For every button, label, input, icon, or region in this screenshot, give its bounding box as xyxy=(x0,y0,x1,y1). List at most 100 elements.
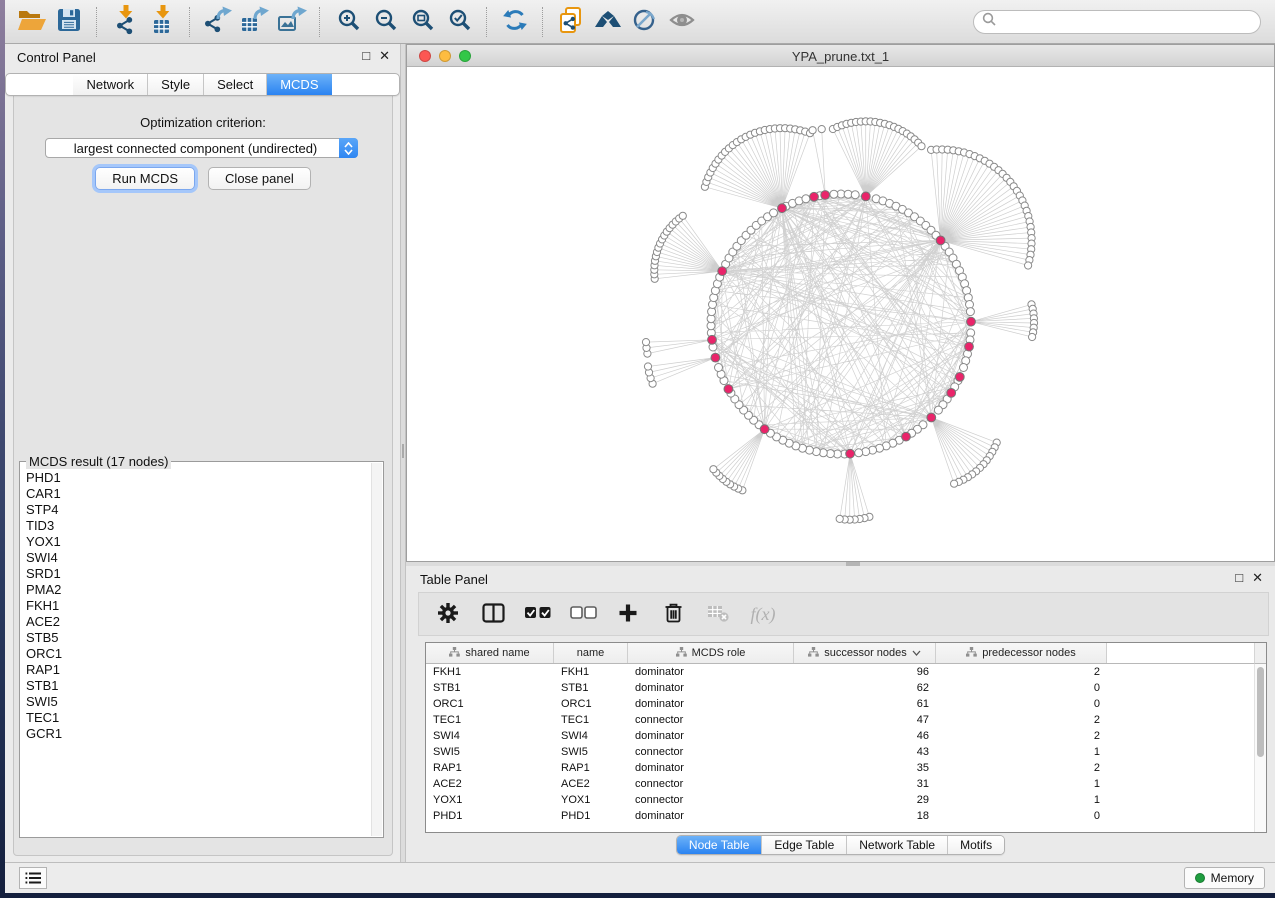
toolbar-open-session-button[interactable] xyxy=(13,4,50,40)
table-settings-button[interactable] xyxy=(433,598,463,630)
delete-table-icon xyxy=(707,603,729,625)
table-row[interactable]: SWI5SWI5connector431 xyxy=(426,744,1266,760)
table-row[interactable]: FKH1FKH1dominator962 xyxy=(426,664,1266,680)
mcds-result-item: RAP1 xyxy=(26,662,370,678)
select-all-icon xyxy=(525,603,552,625)
search-input[interactable] xyxy=(997,14,1252,29)
delete-table-button xyxy=(703,598,733,630)
table-cell: TEC1 xyxy=(554,714,628,726)
criterion-select[interactable]: largest connected component (undirected) xyxy=(45,138,358,158)
table-cell: ORC1 xyxy=(426,698,554,710)
table-cell: SWI4 xyxy=(426,730,554,742)
table-row[interactable]: SWI4SWI4dominator462 xyxy=(426,728,1266,744)
column-header-MCDS-role[interactable]: MCDS role xyxy=(628,643,794,663)
column-label: successor nodes xyxy=(824,647,907,659)
toolbar-refresh-styles-button[interactable] xyxy=(496,4,533,40)
table-cell: dominator xyxy=(628,730,794,742)
column-header-name[interactable]: name xyxy=(554,643,628,663)
app-window: Control Panel □ ✕ NetworkStyleSelectMCDS… xyxy=(5,0,1275,893)
table-row[interactable]: ORC1ORC1dominator610 xyxy=(426,696,1266,712)
toolbar-zoom-out-button[interactable] xyxy=(366,4,403,40)
delete-column-button[interactable] xyxy=(658,598,688,630)
table-cell: TEC1 xyxy=(426,714,554,726)
toolbar-clone-network-button[interactable] xyxy=(552,4,589,40)
table-scrollbar[interactable] xyxy=(1254,664,1266,832)
tab-select[interactable]: Select xyxy=(204,74,267,95)
table-cell: SWI5 xyxy=(554,746,628,758)
table-tab-edge-table[interactable]: Edge Table xyxy=(762,836,847,854)
mcds-result-item: STB1 xyxy=(26,678,370,694)
run-mcds-button[interactable]: Run MCDS xyxy=(95,167,195,190)
table-panel: Table Panel □ ✕ f(x) shared namenameMCDS… xyxy=(406,566,1275,862)
close-panel-button[interactable]: Close panel xyxy=(208,167,311,190)
toolbar-save-session-button[interactable] xyxy=(50,4,87,40)
select-all-button[interactable] xyxy=(523,598,553,630)
table-cell: 2 xyxy=(936,666,1107,678)
toolbar-hide-selected-button[interactable] xyxy=(626,4,663,40)
toolbar-export-image-button[interactable] xyxy=(273,4,310,40)
toolbar-first-neighbors-button[interactable] xyxy=(589,4,626,40)
panel-menu-button[interactable] xyxy=(19,867,47,889)
toolbar-separator xyxy=(189,7,190,37)
table-row[interactable]: ACE2ACE2connector311 xyxy=(426,776,1266,792)
toolbar-import-network-button[interactable] xyxy=(106,4,143,40)
toolbar-zoom-fit-button[interactable] xyxy=(403,4,440,40)
table-tabs-row: Node TableEdge TableNetwork TableMotifs xyxy=(406,835,1275,855)
mcds-list-scrollbar[interactable] xyxy=(371,463,382,836)
table-cell: 47 xyxy=(794,714,936,726)
column-header-shared-name[interactable]: shared name xyxy=(426,643,554,663)
column-header-successor-nodes[interactable]: successor nodes xyxy=(794,643,936,663)
table-cell: ACE2 xyxy=(554,778,628,790)
network-canvas[interactable] xyxy=(407,67,1274,561)
control-panel-title: Control Panel xyxy=(17,50,96,65)
toolbar-zoom-in-button[interactable] xyxy=(329,4,366,40)
mcds-result-item: GCR1 xyxy=(26,726,370,742)
table-cell: SWI5 xyxy=(426,746,554,758)
table-tab-node-table[interactable]: Node Table xyxy=(677,836,763,854)
close-table-panel-icon[interactable]: ✕ xyxy=(1252,571,1263,584)
first-neighbors-icon xyxy=(594,8,622,35)
open-session-icon xyxy=(17,7,47,36)
column-header-predecessor-nodes[interactable]: predecessor nodes xyxy=(936,643,1107,663)
deselect-all-button[interactable] xyxy=(568,598,598,630)
table-scrollbar-thumb[interactable] xyxy=(1257,667,1264,757)
table-cell: FKH1 xyxy=(554,666,628,678)
table-row[interactable]: PHD1PHD1dominator180 xyxy=(426,808,1266,824)
clone-network-icon xyxy=(558,6,584,37)
mcds-result-list: PHD1CAR1STP4TID3YOX1SWI4SRD1PMA2FKH1ACE2… xyxy=(26,464,370,835)
toolbar-zoom-selected-button[interactable] xyxy=(440,4,477,40)
table-tab-motifs[interactable]: Motifs xyxy=(948,836,1004,854)
table-cell: 18 xyxy=(794,810,936,822)
column-type-icon xyxy=(966,647,977,660)
mcds-result-item: FKH1 xyxy=(26,598,370,614)
split-panel-button[interactable] xyxy=(478,598,508,630)
add-column-button[interactable] xyxy=(613,598,643,630)
table-tab-network-table[interactable]: Network Table xyxy=(847,836,948,854)
network-graph[interactable] xyxy=(407,67,1274,561)
function-builder-button: f(x) xyxy=(748,598,778,630)
table-cell: connector xyxy=(628,746,794,758)
toolbar-show-all-button[interactable] xyxy=(663,4,700,40)
float-table-panel-icon[interactable]: □ xyxy=(1235,571,1243,584)
tab-mcds[interactable]: MCDS xyxy=(267,74,331,95)
status-bar: Memory xyxy=(5,862,1275,893)
table-cell: dominator xyxy=(628,762,794,774)
table-row[interactable]: RAP1RAP1dominator352 xyxy=(426,760,1266,776)
toolbar-export-network-button[interactable] xyxy=(199,4,236,40)
close-panel-icon[interactable]: ✕ xyxy=(379,49,390,62)
toolbar-import-table-button[interactable] xyxy=(143,4,180,40)
table-row[interactable]: TEC1TEC1connector472 xyxy=(426,712,1266,728)
table-cell: 2 xyxy=(936,762,1107,774)
table-cell: STB1 xyxy=(554,682,628,694)
mcds-result-item: YOX1 xyxy=(26,534,370,550)
optimization-criterion-label: Optimization criterion: xyxy=(14,115,392,130)
memory-button[interactable]: Memory xyxy=(1184,867,1265,889)
import-table-icon xyxy=(148,5,176,38)
tab-style[interactable]: Style xyxy=(148,74,204,95)
table-row[interactable]: STB1STB1dominator620 xyxy=(426,680,1266,696)
tab-network[interactable]: Network xyxy=(73,74,148,95)
float-panel-icon[interactable]: □ xyxy=(362,49,370,62)
table-row[interactable]: YOX1YOX1connector291 xyxy=(426,792,1266,808)
toolbar-export-table-button[interactable] xyxy=(236,4,273,40)
table-cell: ORC1 xyxy=(554,698,628,710)
